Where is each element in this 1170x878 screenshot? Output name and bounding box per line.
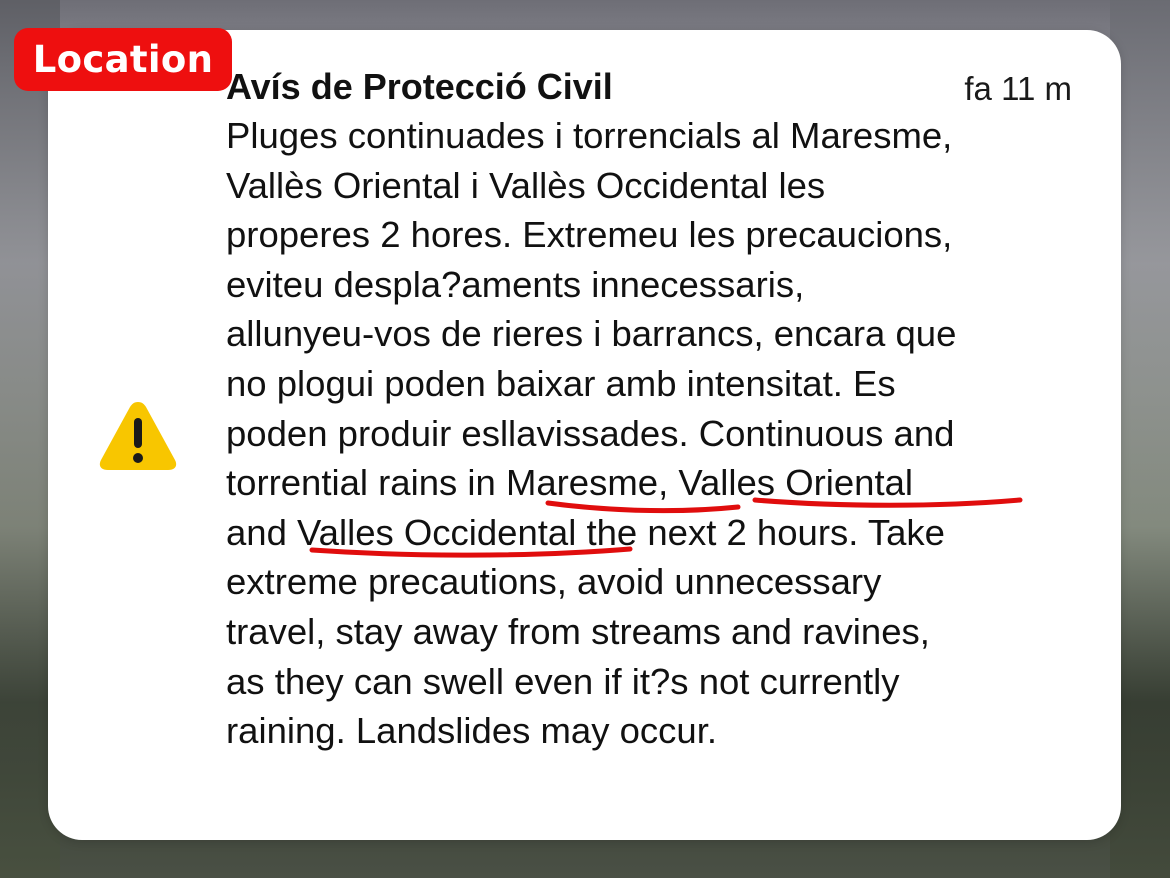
body-line: Pluges continuades i torrencials al Mare… xyxy=(226,115,953,156)
body-line: eviteu despla?aments innecessaris, xyxy=(226,263,805,305)
body-line: raining. Landslides may occur. xyxy=(226,710,717,752)
notification-title: Avís de Protecció Civil xyxy=(226,66,613,107)
notification-time: fa 11 m xyxy=(964,70,1072,107)
body-line: Vallès Oriental i Vallès Occidental les xyxy=(226,164,826,206)
body-line: allunyeu-vos de rieres i barrancs, encar… xyxy=(226,313,957,355)
body-line: extreme precautions, avoid unnecessary xyxy=(226,561,882,603)
body-line: properes 2 hores. Extremeu les precaucio… xyxy=(226,214,953,256)
body-line: poden produir esllavissades. Continuous … xyxy=(226,412,955,454)
body-line: no plogui poden baixar amb intensitat. E… xyxy=(226,362,896,404)
body-line: torrential rains in Maresme, Valles Orie… xyxy=(226,462,913,504)
body-line: travel, stay away from streams and ravin… xyxy=(226,610,930,652)
body-line: and Valles Occidental the next 2 hours. … xyxy=(226,511,945,553)
warning-icon xyxy=(99,402,177,470)
body-line: as they can swell even if it?s not curre… xyxy=(226,660,900,702)
location-tag: Location xyxy=(14,28,232,91)
notification-body: Pluges continuades i torrencials al Mare… xyxy=(226,111,1106,756)
